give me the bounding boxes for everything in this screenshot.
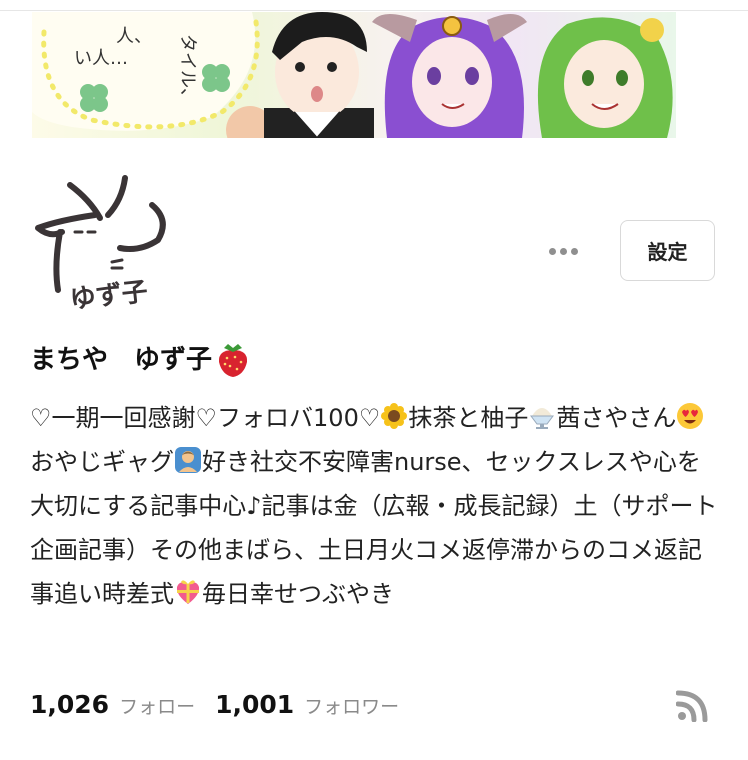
bio-segment-2: 抹茶と柚子 bbox=[408, 404, 529, 432]
top-border bbox=[0, 0, 748, 11]
bio-segment-3: 茜さやさん bbox=[556, 404, 677, 432]
more-dots-icon[interactable] bbox=[540, 236, 586, 266]
profile-stats: 1,026 フォロー 1,001 フォロワー bbox=[30, 690, 419, 719]
strawberry-icon bbox=[218, 344, 248, 377]
shaved-ice-icon bbox=[530, 408, 555, 429]
rss-icon[interactable] bbox=[676, 690, 708, 722]
bio-segment-1: ♡一期一回感謝♡フォロバ100♡ bbox=[30, 404, 381, 432]
rabbit-avatar-icon[interactable]: ゆず子 bbox=[30, 170, 180, 320]
following-label[interactable]: フォロー bbox=[119, 692, 195, 719]
followers-label[interactable]: フォロワー bbox=[304, 692, 399, 719]
followers-count[interactable]: 1,001 bbox=[215, 690, 294, 719]
bio-segment-4: おやじギャグ bbox=[30, 448, 174, 476]
profile-name-text: まちや ゆず子 bbox=[30, 345, 213, 375]
following-count[interactable]: 1,026 bbox=[30, 690, 109, 719]
heart-eyes-face-icon bbox=[677, 403, 704, 429]
banner-text-3: タイル、 bbox=[177, 34, 198, 106]
person-icon bbox=[175, 447, 201, 473]
header-image: 人、 い人… タイル、 bbox=[32, 12, 676, 138]
avatar-text: ゆず子 bbox=[68, 277, 149, 315]
profile-bio: ♡一期一回感謝♡フォロバ100♡ 抹茶と柚子 茜さやさんおやじギャグ 好き社交不安障害… bbox=[30, 396, 720, 616]
bio-segment-6: 毎日幸せつぶやき bbox=[202, 580, 394, 608]
banner-text-1: 人、 bbox=[116, 26, 152, 47]
profile-name: まちや ゆず子 bbox=[30, 340, 250, 380]
sunflower-icon bbox=[381, 403, 408, 429]
settings-button[interactable]: 設定 bbox=[620, 220, 715, 281]
heart-gift-icon bbox=[176, 580, 200, 604]
banner-text-2: い人… bbox=[74, 48, 128, 69]
